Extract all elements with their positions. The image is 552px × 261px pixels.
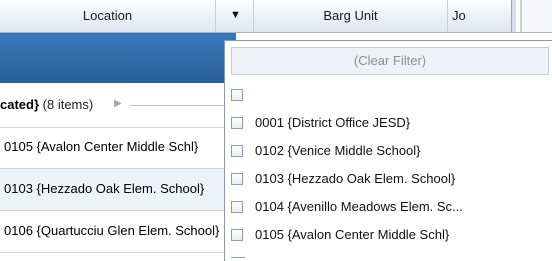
filter-item[interactable]: 0105 {Avalon Center Middle Schl} (231, 227, 449, 247)
group-row[interactable]: cated} (8 items) ▶ (0, 83, 236, 128)
filter-item-label: 0102 {Venice Middle School} (255, 143, 421, 158)
filter-item-label: 0104 {Avenillo Meadows Elem. Sc... (255, 199, 463, 214)
filter-item[interactable]: 0104 {Avenillo Meadows Elem. Sc... (231, 199, 463, 219)
filter-item-label: 0001 {District Office JESD} (255, 115, 411, 130)
filter-item-label: 0105 {Avalon Center Middle Schl} (255, 227, 450, 242)
filter-checkbox[interactable] (231, 89, 243, 101)
column-header-location[interactable]: Location (0, 0, 216, 32)
grid-header-row: Location ▼ Barg Unit Jo (0, 0, 552, 33)
filter-item[interactable]: 0103 {Hezzado Oak Elem. School} (231, 171, 455, 191)
filter-dropdown-icon[interactable]: ▼ (218, 0, 254, 32)
table-row[interactable]: 0106 {Quartucciu Glen Elem. School} (0, 211, 236, 253)
filter-checkbox[interactable] (231, 229, 243, 241)
column-header-jo[interactable]: Jo (448, 0, 512, 32)
filter-checkbox[interactable] (231, 201, 243, 213)
header-scroll-edge (512, 0, 552, 32)
group-title-bold: cated} (0, 97, 40, 112)
group-title: cated} (8 items) (0, 97, 93, 112)
table-row[interactable]: 0103 {Hezzado Oak Elem. School} (0, 169, 236, 211)
filter-item-blank[interactable] (231, 87, 255, 107)
filter-checkbox[interactable] (231, 117, 243, 129)
location-cell: 0106 {Quartucciu Glen Elem. School} (4, 223, 220, 238)
group-item-count: (8 items) (39, 97, 94, 112)
filter-item-label: 0103 {Hezzado Oak Elem. School} (255, 171, 456, 186)
location-cell: 0103 {Hezzado Oak Elem. School} (4, 181, 205, 196)
filter-item[interactable]: 0001 {District Office JESD} (231, 115, 410, 135)
location-cell: 0105 {Avalon Center Middle Schl} (4, 139, 199, 154)
table-row[interactable]: 0105 {Avalon Center Middle Schl} (0, 127, 236, 169)
filter-checkbox[interactable] (231, 145, 243, 157)
filter-item[interactable]: 0102 {Venice Middle School} (231, 143, 421, 163)
column-header-barg-unit[interactable]: Barg Unit (254, 0, 448, 32)
filter-checkbox-partial (231, 257, 245, 261)
clear-filter-button[interactable]: (Clear Filter) (231, 47, 549, 75)
group-band (0, 33, 236, 83)
group-divider-line (130, 105, 236, 106)
expand-arrow-icon[interactable]: ▶ (114, 98, 122, 109)
filter-checkbox[interactable] (231, 173, 243, 185)
filter-dropdown-panel: (Clear Filter) 0001 {District Office JES… (224, 40, 552, 261)
